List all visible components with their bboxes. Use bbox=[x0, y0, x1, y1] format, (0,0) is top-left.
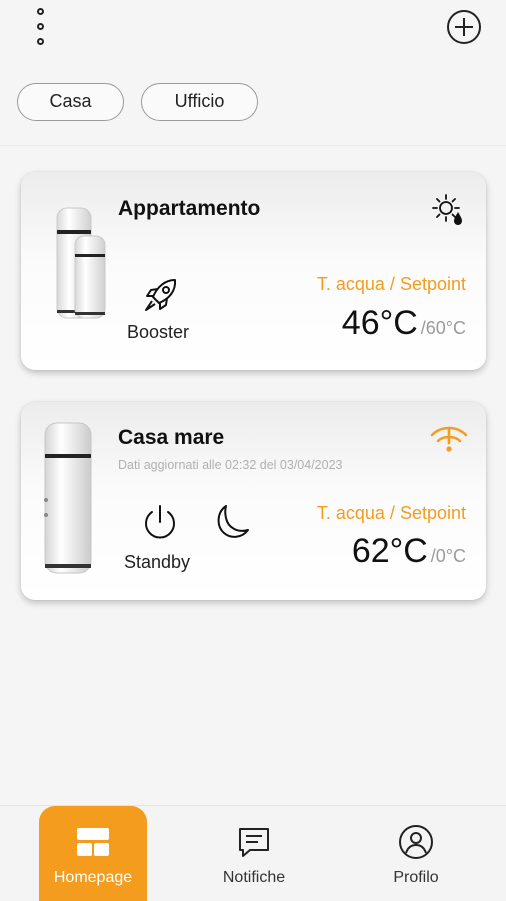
water-heater-image bbox=[44, 422, 92, 574]
nav-profilo[interactable]: Profilo bbox=[362, 806, 470, 901]
water-temperature: 62°C bbox=[351, 532, 428, 570]
device-card-appartamento[interactable]: Appartamento Booster T. acqua / Setpoint… bbox=[21, 172, 486, 370]
water-temperature: 46°C bbox=[341, 304, 418, 342]
last-update-text: Dati aggiornati alle 02:32 del 03/04/202… bbox=[118, 458, 343, 472]
bottom-nav: Homepage Notifiche Profilo bbox=[0, 805, 506, 901]
dashboard-icon bbox=[77, 828, 109, 856]
power-icon[interactable] bbox=[141, 503, 179, 541]
group-filter-chips: Casa Ufficio bbox=[17, 83, 258, 121]
device-name: Casa mare bbox=[118, 426, 225, 449]
water-heater-image bbox=[56, 207, 106, 319]
chat-bubble-icon bbox=[239, 828, 269, 857]
temperature-readout: 62°C/0°C bbox=[352, 532, 466, 571]
moon-icon[interactable] bbox=[211, 502, 251, 542]
nav-label: Notifiche bbox=[222, 869, 286, 886]
mode-label: Standby bbox=[124, 552, 191, 572]
nav-notifiche[interactable]: Notifiche bbox=[200, 806, 308, 901]
rocket-icon bbox=[145, 279, 177, 311]
temp-label: T. acqua / Setpoint bbox=[316, 503, 466, 523]
user-circle-icon bbox=[399, 825, 433, 859]
sun-water-icon bbox=[432, 194, 462, 225]
top-bar bbox=[0, 0, 506, 70]
setpoint-value: /0°C bbox=[430, 546, 466, 566]
divider bbox=[0, 145, 506, 146]
chip-ufficio[interactable]: Ufficio bbox=[141, 83, 258, 121]
chip-casa[interactable]: Casa bbox=[17, 83, 124, 121]
device-card-casa-mare[interactable]: Casa mare Dati aggiornati alle 02:32 del… bbox=[21, 402, 486, 600]
more-menu-icon[interactable] bbox=[30, 8, 54, 46]
temperature-readout: 46°C/60°C bbox=[342, 304, 466, 343]
nav-label: Homepage bbox=[53, 869, 133, 886]
temp-label: T. acqua / Setpoint bbox=[316, 274, 466, 294]
add-icon[interactable] bbox=[446, 9, 482, 45]
mode-label: Booster bbox=[127, 322, 190, 342]
wifi-off-icon bbox=[430, 426, 468, 452]
setpoint-value: /60°C bbox=[420, 318, 466, 338]
nav-label: Profilo bbox=[393, 869, 439, 886]
nav-homepage[interactable]: Homepage bbox=[39, 806, 147, 901]
device-name: Appartamento bbox=[118, 197, 261, 220]
